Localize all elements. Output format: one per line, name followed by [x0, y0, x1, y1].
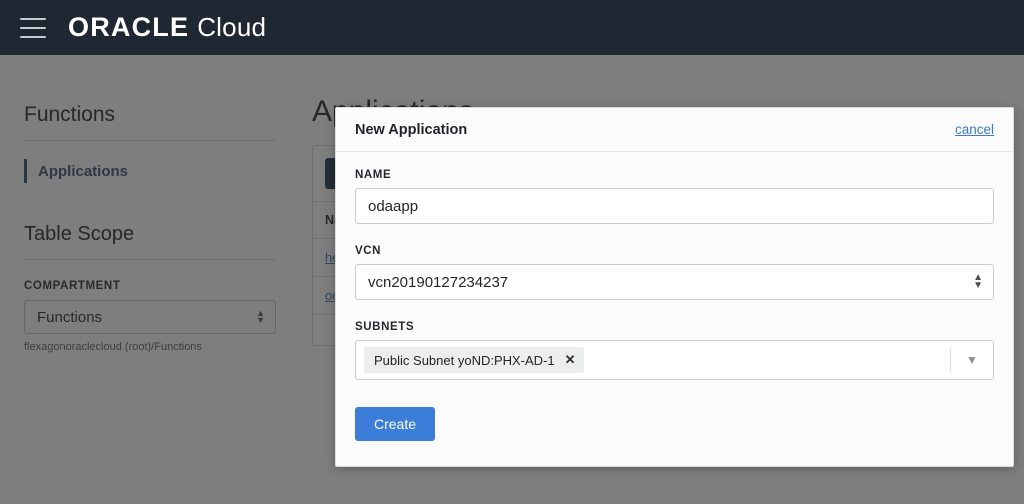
- chevron-down: ▼: [973, 280, 983, 291]
- name-input-value: odaapp: [368, 197, 419, 215]
- up-down-chevron-icon: ▲ ▼: [973, 273, 983, 291]
- hamburger-menu-icon[interactable]: [20, 17, 46, 38]
- vcn-select-value: vcn20190127234237: [368, 273, 509, 291]
- name-input[interactable]: odaapp: [355, 188, 994, 224]
- subnets-multiselect[interactable]: Public Subnet yoND:PHX-AD-1 ✕ ▼: [355, 340, 994, 380]
- oracle-cloud-logo[interactable]: ORACLE Cloud: [68, 12, 266, 43]
- create-button[interactable]: Create: [355, 407, 436, 441]
- hamburger-bar: [20, 17, 46, 20]
- chevron-down-icon[interactable]: ▼: [951, 353, 993, 367]
- subnet-chip-label: Public Subnet yoND:PHX-AD-1: [374, 352, 555, 368]
- brand-cloud-text: Cloud: [197, 12, 267, 42]
- new-application-dialog: New Application cancel NAME odaapp VCN v…: [335, 107, 1014, 467]
- close-x-icon[interactable]: ✕: [565, 352, 576, 368]
- dialog-title: New Application: [355, 121, 468, 138]
- subnet-chip: Public Subnet yoND:PHX-AD-1 ✕: [364, 347, 584, 373]
- subnets-field-label: SUBNETS: [355, 321, 415, 333]
- vcn-field-label: VCN: [355, 245, 382, 257]
- dialog-body: NAME odaapp VCN vcn20190127234237 ▲ ▼ SU…: [336, 152, 1013, 380]
- cancel-link[interactable]: cancel: [955, 122, 994, 137]
- dialog-header: New Application cancel: [336, 108, 1013, 152]
- hamburger-bar: [20, 26, 46, 29]
- dialog-footer: Create: [336, 380, 1013, 466]
- hamburger-bar: [20, 35, 46, 38]
- vcn-select[interactable]: vcn20190127234237 ▲ ▼: [355, 264, 994, 300]
- top-navigation-bar: ORACLE Cloud: [0, 0, 1024, 55]
- subnets-control-group: ▼: [950, 349, 993, 371]
- name-field-label: NAME: [355, 169, 392, 181]
- brand-oracle-text: ORACLE: [68, 12, 190, 42]
